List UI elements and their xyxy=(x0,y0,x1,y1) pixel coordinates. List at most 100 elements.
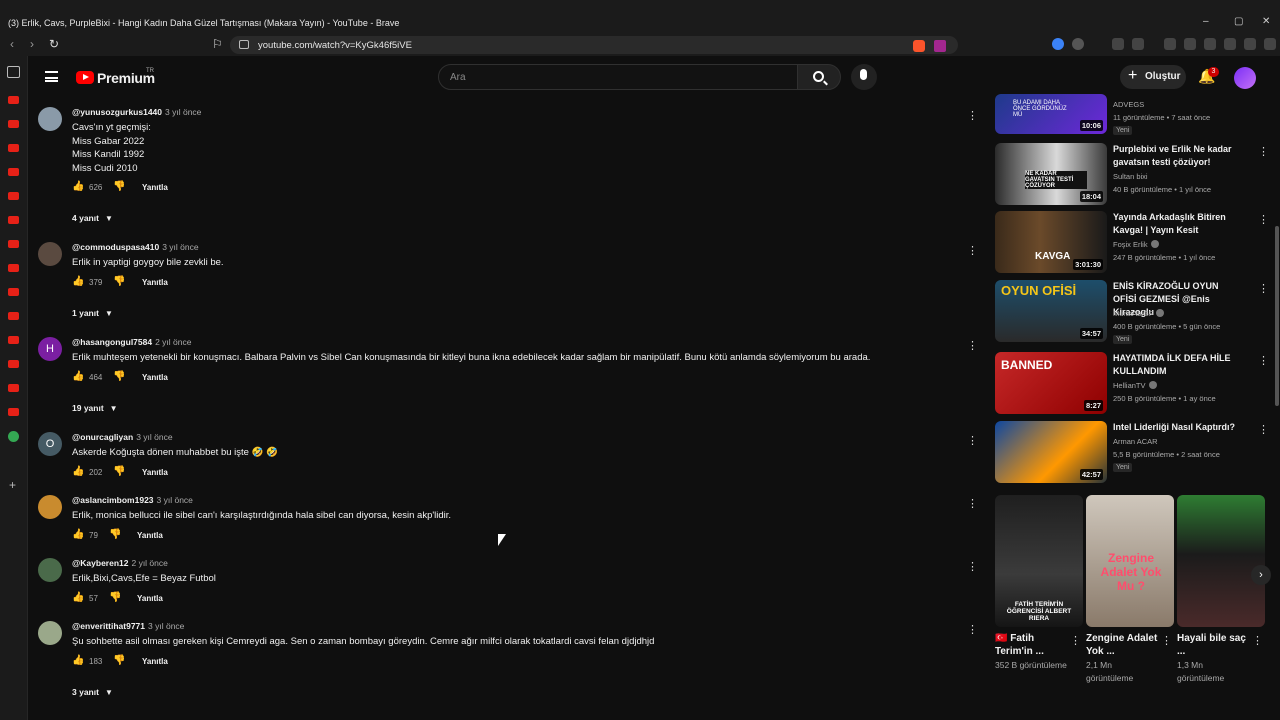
like-icon[interactable]: 👍 xyxy=(72,529,84,540)
create-button[interactable]: + Oluştur xyxy=(1120,65,1186,89)
video-thumbnail[interactable]: BU ADAMI DAHA ÖNCE GÖRDÜNÜZ MÜ 10:06 xyxy=(995,94,1107,134)
address-bar[interactable]: youtube.com/watch?v=KyGk46f5iVE xyxy=(230,36,958,54)
commenter-avatar[interactable] xyxy=(38,621,62,645)
channel-name[interactable]: ADVEGS xyxy=(1113,100,1144,109)
replies-toggle[interactable]: 1 yanıt ▼ xyxy=(72,308,113,318)
recommended-video[interactable]: NE KADAR GAVATSIN TESTİ ÇÖZÜYOR 18:04 Pu… xyxy=(995,143,1269,207)
short-menu-icon[interactable]: ⋮ xyxy=(1252,634,1263,647)
commenter-avatar[interactable] xyxy=(38,558,62,582)
youtube-tab-icon[interactable] xyxy=(8,360,19,368)
extension-icon[interactable] xyxy=(1052,38,1064,50)
scrollbar-thumb[interactable] xyxy=(1275,226,1279,406)
youtube-tab-icon[interactable] xyxy=(8,168,19,176)
reply-button[interactable]: Yanıtla xyxy=(137,531,163,540)
music-icon[interactable] xyxy=(1164,38,1176,50)
reload-button[interactable]: ↻ xyxy=(49,37,59,51)
extension-icon[interactable] xyxy=(1132,38,1144,50)
replies-toggle[interactable]: 3 yanıt ▼ xyxy=(72,687,113,697)
add-tab-icon[interactable]: + xyxy=(9,478,16,492)
youtube-tab-icon[interactable] xyxy=(8,384,19,392)
dislike-icon[interactable]: 👎 xyxy=(113,655,125,666)
comment-menu-icon[interactable]: ⋮ xyxy=(967,244,978,257)
commenter-avatar[interactable] xyxy=(38,495,62,519)
short-title[interactable]: Hayali bile saç ... xyxy=(1177,632,1249,658)
minimize-button[interactable]: – xyxy=(1203,16,1209,27)
like-icon[interactable]: 👍 xyxy=(72,181,84,192)
extension-icon[interactable] xyxy=(1072,38,1084,50)
recommended-video[interactable]: 42:57 Intel Liderliği Nasıl Kaptırdı? Ar… xyxy=(995,421,1269,485)
reply-button[interactable]: Yanıtla xyxy=(137,594,163,603)
recommended-video[interactable]: KAVGA 3:01:30 Yayında Arkadaşlık Bitiren… xyxy=(995,211,1269,275)
like-icon[interactable]: 👍 xyxy=(72,655,84,666)
dislike-icon[interactable]: 👎 xyxy=(113,466,125,477)
video-menu-icon[interactable]: ⋮ xyxy=(1258,354,1269,367)
like-icon[interactable]: 👍 xyxy=(72,592,84,603)
video-thumbnail[interactable]: KAVGA 3:01:30 xyxy=(995,211,1107,273)
close-button[interactable]: ✕ xyxy=(1262,16,1270,27)
short-thumbnail[interactable]: Zengine Adalet Yok Mu ? xyxy=(1086,495,1174,627)
channel-name[interactable]: MuratAbiGF xyxy=(1113,309,1165,318)
video-title[interactable]: Purplebixi ve Erlik Ne kadar gavatsın te… xyxy=(1113,143,1239,169)
comment-time[interactable]: 3 yıl önce xyxy=(136,432,172,442)
comment-author[interactable]: @aslancimbom1923 3 yıl önce xyxy=(72,495,193,505)
like-icon[interactable]: 👍 xyxy=(72,276,84,287)
sidebar-panel-icon[interactable] xyxy=(7,66,20,78)
reply-button[interactable]: Yanıtla xyxy=(142,183,168,192)
short-thumbnail[interactable] xyxy=(1177,495,1265,627)
youtube-tab-icon[interactable] xyxy=(8,408,19,416)
like-icon[interactable]: 👍 xyxy=(72,371,84,382)
commenter-avatar[interactable]: O xyxy=(38,432,62,456)
comment-author[interactable]: @yunusozgurkus1440 3 yıl önce xyxy=(72,107,201,117)
video-menu-icon[interactable]: ⋮ xyxy=(1258,282,1269,295)
brave-shields-icon[interactable] xyxy=(913,40,925,52)
search-input[interactable]: Ara xyxy=(438,64,798,90)
short-thumbnail[interactable]: FATİH TERİM'İN ÖĞRENCİSİ ALBERT RIERA xyxy=(995,495,1083,627)
short-title[interactable]: Zengine Adalet Yok ... xyxy=(1086,632,1158,658)
search-button[interactable] xyxy=(797,64,841,90)
channel-name[interactable]: Foşix Erlik xyxy=(1113,240,1159,249)
browser-menu-icon[interactable] xyxy=(1264,38,1276,50)
short-title[interactable]: 🇹🇷 Fatih Terim'in ... xyxy=(995,632,1067,658)
sidebar-toggle-icon[interactable] xyxy=(1184,38,1196,50)
vpn-icon[interactable] xyxy=(1244,38,1256,50)
commenter-avatar[interactable] xyxy=(38,242,62,266)
video-thumbnail[interactable]: NE KADAR GAVATSIN TESTİ ÇÖZÜYOR 18:04 xyxy=(995,143,1107,205)
video-menu-icon[interactable]: ⋮ xyxy=(1258,145,1269,158)
chrome-tab-icon[interactable] xyxy=(8,431,19,442)
comment-menu-icon[interactable]: ⋮ xyxy=(967,560,978,573)
short-menu-icon[interactable]: ⋮ xyxy=(1161,634,1172,647)
comment-time[interactable]: 2 yıl önce xyxy=(155,337,191,347)
dislike-icon[interactable]: 👎 xyxy=(109,592,121,603)
maximize-button[interactable]: ▢ xyxy=(1234,16,1243,27)
youtube-tab-icon[interactable] xyxy=(8,192,19,200)
voice-search-button[interactable] xyxy=(851,64,877,90)
recommended-video[interactable]: OYUN OFİSİ 34:57 ENİS KİRAZOĞLU OYUN OFİ… xyxy=(995,280,1269,344)
like-icon[interactable]: 👍 xyxy=(72,466,84,477)
account-avatar[interactable] xyxy=(1234,67,1256,89)
comment-menu-icon[interactable]: ⋮ xyxy=(967,434,978,447)
replies-toggle[interactable]: 4 yanıt ▼ xyxy=(72,213,113,223)
channel-name[interactable]: HellianTV xyxy=(1113,381,1157,390)
leo-icon[interactable] xyxy=(1224,38,1236,50)
youtube-tab-icon[interactable] xyxy=(8,96,19,104)
guide-menu-icon[interactable] xyxy=(45,71,58,82)
youtube-tab-icon[interactable] xyxy=(8,216,19,224)
comment-author[interactable]: @commoduspasa410 3 yıl önce xyxy=(72,242,199,252)
short-menu-icon[interactable]: ⋮ xyxy=(1070,634,1081,647)
video-thumbnail[interactable]: OYUN OFİSİ 34:57 xyxy=(995,280,1107,342)
back-button[interactable]: ‹ xyxy=(10,37,14,51)
comment-menu-icon[interactable]: ⋮ xyxy=(967,339,978,352)
video-thumbnail[interactable]: BANNED 8:27 xyxy=(995,352,1107,414)
brave-rewards-icon[interactable] xyxy=(934,40,946,52)
youtube-tab-icon[interactable] xyxy=(8,120,19,128)
youtube-tab-icon[interactable] xyxy=(8,312,19,320)
video-thumbnail[interactable]: 42:57 xyxy=(995,421,1107,483)
youtube-tab-icon[interactable] xyxy=(8,288,19,296)
wallet-icon[interactable] xyxy=(1204,38,1216,50)
replies-toggle[interactable]: 19 yanıt ▼ xyxy=(72,403,118,413)
comment-author[interactable]: @hasangongul7584 2 yıl önce xyxy=(72,337,191,347)
dislike-icon[interactable]: 👎 xyxy=(109,529,121,540)
comment-time[interactable]: 3 yıl önce xyxy=(157,495,193,505)
video-title[interactable]: HAYATIMDA İLK DEFA HİLE KULLANDIM xyxy=(1113,352,1239,378)
video-menu-icon[interactable]: ⋮ xyxy=(1258,423,1269,436)
